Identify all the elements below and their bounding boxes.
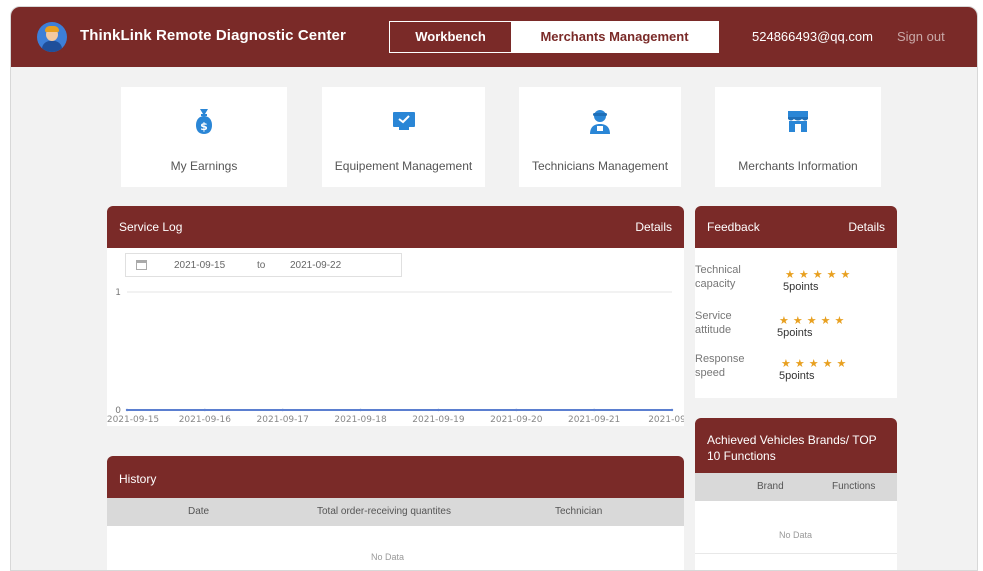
column-total-orders: Total order-receiving quantites <box>317 506 451 517</box>
service-log-details-link[interactable]: Details <box>635 220 672 234</box>
x-tick-label: 2021-09-16 <box>179 415 232 425</box>
feedback-label: Service attitude <box>695 310 732 336</box>
star-rating-icon: ★★★★★ <box>785 269 855 281</box>
data-point <box>125 408 129 412</box>
history-table: Date Total order-receiving quantites Tec… <box>107 498 684 570</box>
feedback-body: Technical capacity ★★★★★ 5points Service a… <box>695 248 897 398</box>
feedback-row-response-speed: Response speed ★★★★★ 5points <box>695 352 897 392</box>
column-brand: Brand <box>757 481 784 492</box>
history-title: History <box>119 472 157 486</box>
app-title: ThinkLink Remote Diagnostic Center <box>80 27 346 44</box>
app-window: ThinkLink Remote Diagnostic Center Workb… <box>10 6 978 571</box>
column-technician: Technician <box>555 506 603 517</box>
history-table-header: Date Total order-receiving quantites Tec… <box>107 498 684 526</box>
feedback-label: Response speed <box>695 353 745 379</box>
card-label: Technicians Management <box>531 159 669 173</box>
tab-workbench[interactable]: Workbench <box>390 22 511 52</box>
service-log-chart: 102021-09-15 2021-09-16 2021-09-17 2021-09-… <box>107 288 684 425</box>
divider <box>695 553 897 554</box>
money-bag-icon: $ <box>196 109 212 134</box>
data-point <box>281 408 284 412</box>
feedback-points: 5points <box>777 327 813 339</box>
feedback-label: Technical capacity <box>695 264 741 290</box>
star-rating-icon: ★★★★★ <box>781 358 851 370</box>
top10-table-header: Brand Functions <box>695 473 897 501</box>
card-merchants-information[interactable]: Merchants Information <box>715 87 881 187</box>
service-log-title: Service Log <box>119 220 183 234</box>
star-rating-icon: ★★★★★ <box>779 315 849 327</box>
data-point <box>203 408 207 412</box>
card-label: My Earnings <box>170 159 238 173</box>
x-tick-label: 2021-09-21 <box>568 415 620 425</box>
feedback-points: 5points <box>779 370 815 382</box>
y-tick-label: 1 <box>115 288 121 298</box>
feedback-details-link[interactable]: Details <box>848 220 885 234</box>
data-point <box>359 408 362 412</box>
x-tick-label: 2021-09 <box>648 415 684 425</box>
sign-out-link[interactable]: Sign out <box>897 29 945 44</box>
storefront-icon <box>788 111 808 132</box>
feedback-points: 5points <box>783 281 819 293</box>
top10-header: Achieved Vehicles Brands/ TOP 10 Functio… <box>695 418 897 473</box>
technician-icon <box>590 110 610 134</box>
data-point <box>592 408 596 412</box>
main-nav: Workbench Merchants Management <box>389 21 719 53</box>
column-date: Date <box>188 506 210 517</box>
x-tick-label: 2021-09-15 <box>107 415 159 425</box>
data-point <box>670 408 674 412</box>
feedback-header: Feedback Details <box>695 206 897 248</box>
x-tick-label: 2021-09-19 <box>412 415 465 425</box>
avatar-logo-icon <box>37 22 67 52</box>
history-no-data: No Data <box>371 552 405 562</box>
column-functions: Functions <box>832 481 876 492</box>
card-label: Merchants Information <box>738 159 858 173</box>
top10-no-data: No Data <box>779 530 813 540</box>
service-log-header: Service Log Details <box>107 206 684 248</box>
feedback-row-technical-capacity: Technical capacity ★★★★★ 5points <box>695 263 897 303</box>
data-point <box>515 408 518 412</box>
service-log-body: 2021-09-15 to 2021-09-22 1 0 2021-09-15 202… <box>107 248 684 426</box>
user-email: 524866493@qq.com <box>752 29 873 44</box>
tab-merchants-management[interactable]: Merchants Management <box>511 22 718 52</box>
monitor-check-icon <box>392 112 415 130</box>
data-point <box>437 408 440 412</box>
history-header: History <box>107 456 684 498</box>
card-technicians-management[interactable]: Technicians Management <box>519 87 681 187</box>
x-tick-label: 2021-09-18 <box>334 415 387 425</box>
feedback-title: Feedback <box>707 220 760 234</box>
top-header: ThinkLink Remote Diagnostic Center Workb… <box>11 7 977 67</box>
x-tick-label: 2021-09-17 <box>257 415 309 425</box>
top10-table: Brand Functions No Data <box>695 473 897 570</box>
card-label: Equipement Management <box>334 159 473 173</box>
card-my-earnings[interactable]: $ My Earnings <box>121 87 287 187</box>
svg-text:$: $ <box>200 120 208 133</box>
top10-title: Achieved Vehicles Brands/ TOP 10 Functio… <box>707 433 877 463</box>
card-equipment-management[interactable]: Equipement Management <box>322 87 485 187</box>
feedback-row-service-attitude: Service attitude ★★★★★ 5points <box>695 309 897 349</box>
x-tick-label: 2021-09-20 <box>490 415 543 425</box>
